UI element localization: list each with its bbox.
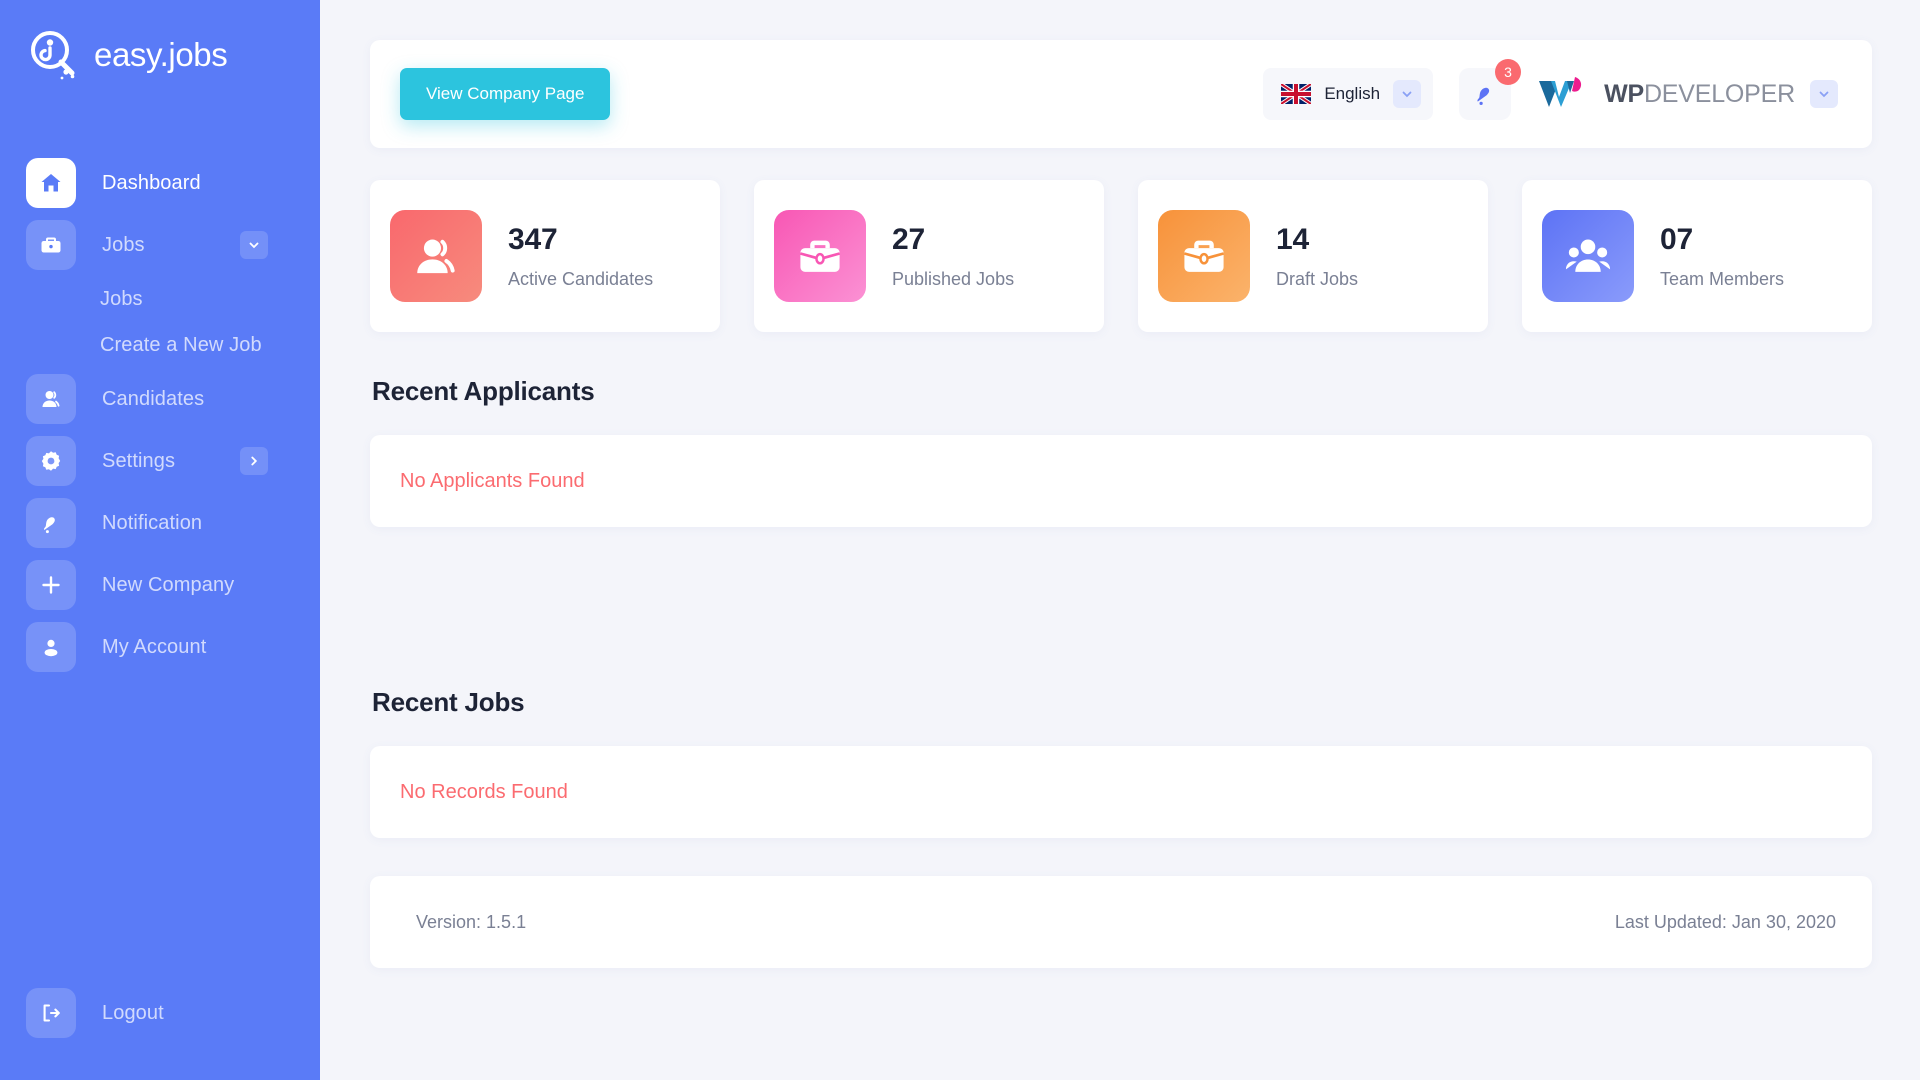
recent-jobs-empty-text: No Records Found xyxy=(400,780,568,803)
sidebar: easy.jobs Dashboard Jobs Jobs Create a N… xyxy=(0,0,320,1080)
brand-wp: WP xyxy=(1604,79,1644,108)
sidebar-subitem-jobs[interactable]: Jobs xyxy=(0,276,320,322)
bell-icon xyxy=(1472,81,1498,107)
stat-body: 27 Published Jobs xyxy=(892,223,1014,290)
stat-body: 07 Team Members xyxy=(1660,223,1784,290)
sidebar-item-jobs[interactable]: Jobs xyxy=(0,214,320,276)
sidebar-item-label: Notification xyxy=(102,511,203,534)
stat-body: 14 Draft Jobs xyxy=(1276,223,1358,290)
chevron-right-icon[interactable] xyxy=(240,447,268,475)
group-icon xyxy=(1542,210,1634,302)
stat-body: 347 Active Candidates xyxy=(508,223,653,290)
sidebar-item-notification[interactable]: Notification xyxy=(0,492,320,554)
sidebar-item-label: Jobs xyxy=(102,233,145,256)
sidebar-item-label: My Account xyxy=(102,635,207,658)
notification-badge: 3 xyxy=(1495,59,1522,85)
stat-card-active-candidates[interactable]: 347 Active Candidates xyxy=(370,180,720,332)
sidebar-subitem-label: Create a New Job xyxy=(100,333,262,356)
recent-applicants-title: Recent Applicants xyxy=(372,376,595,406)
language-label: English xyxy=(1324,84,1381,103)
account-icon xyxy=(26,622,76,672)
stat-value: 14 xyxy=(1276,222,1309,256)
sidebar-nav: Dashboard Jobs Jobs Create a New Job Can… xyxy=(0,152,320,678)
stat-value: 347 xyxy=(508,222,558,256)
brand-developer: DEVELOPER xyxy=(1643,79,1795,108)
sidebar-item-dashboard[interactable]: Dashboard xyxy=(0,152,320,214)
sidebar-item-label: Dashboard xyxy=(102,171,201,194)
view-company-page-button[interactable]: View Company Page xyxy=(400,68,611,120)
stat-label: Active Candidates xyxy=(508,268,654,289)
stat-label: Team Members xyxy=(1660,268,1785,289)
last-updated-text: Last Updated: Jan 30, 2020 xyxy=(1614,911,1836,932)
topbar: View Company Page English 3 WPDEVELOPER xyxy=(370,40,1872,148)
stat-value: 07 xyxy=(1660,222,1693,256)
recent-applicants-empty-text: No Applicants Found xyxy=(400,469,585,492)
stat-card-draft-jobs[interactable]: 14 Draft Jobs xyxy=(1138,180,1488,332)
logo[interactable]: easy.jobs xyxy=(0,0,320,82)
notification-button[interactable]: 3 xyxy=(1459,59,1522,120)
sidebar-subitem-create-a-new-job[interactable]: Create a New Job xyxy=(0,322,320,368)
version-text: Version: 1.5.1 xyxy=(416,911,527,932)
users-icon xyxy=(390,210,482,302)
gear-icon xyxy=(26,436,76,486)
home-icon xyxy=(26,158,76,208)
sidebar-item-label: New Company xyxy=(102,573,235,596)
briefcase-icon xyxy=(1158,210,1250,302)
footer-bar: Version: 1.5.1 Last Updated: Jan 30, 202… xyxy=(370,876,1872,968)
chevron-down-icon[interactable] xyxy=(1393,80,1422,108)
stat-label: Published Jobs xyxy=(892,268,1015,289)
recent-jobs-title: Recent Jobs xyxy=(372,687,525,717)
briefcase-icon xyxy=(26,220,76,270)
stat-label: Draft Jobs xyxy=(1276,268,1359,289)
recent-applicants-panel: No Applicants Found xyxy=(370,435,1872,527)
chevron-down-icon[interactable] xyxy=(1810,80,1838,108)
easyjobs-logo-icon xyxy=(26,28,80,82)
app-root: easy.jobs Dashboard Jobs Jobs Create a N… xyxy=(0,0,1920,1080)
logo-text: easy.jobs xyxy=(94,36,228,73)
sidebar-subitem-label: Jobs xyxy=(100,287,143,310)
user-icon xyxy=(26,374,76,424)
sidebar-item-candidates[interactable]: Candidates xyxy=(0,368,320,430)
main-content: View Company Page English 3 WPDEVELOPER … xyxy=(320,0,1920,1080)
logout-button[interactable]: Logout xyxy=(0,988,164,1038)
stat-card-published-jobs[interactable]: 27 Published Jobs xyxy=(754,180,1104,332)
stat-card-team-members[interactable]: 07 Team Members xyxy=(1522,180,1872,332)
chevron-down-icon[interactable] xyxy=(240,231,268,259)
recent-jobs-panel: No Records Found xyxy=(370,746,1872,838)
bell-icon xyxy=(26,498,76,548)
topbar-right-controls: English 3 WPDEVELOPER xyxy=(1263,59,1838,120)
wpdeveloper-logo-icon xyxy=(1537,75,1589,113)
sidebar-item-label: Candidates xyxy=(102,387,205,410)
account-menu[interactable]: WPDEVELOPER xyxy=(1537,75,1838,113)
sidebar-item-label: Settings xyxy=(102,449,176,472)
sidebar-item-settings[interactable]: Settings xyxy=(0,430,320,492)
language-selector[interactable]: English xyxy=(1263,68,1434,120)
sidebar-item-my-account[interactable]: My Account xyxy=(0,616,320,678)
logout-icon xyxy=(26,988,76,1038)
logout-label: Logout xyxy=(102,1001,164,1024)
account-brand-text: WPDEVELOPER xyxy=(1604,80,1795,109)
uk-flag-icon xyxy=(1281,84,1312,104)
plus-icon xyxy=(26,560,76,610)
sidebar-item-new-company[interactable]: New Company xyxy=(0,554,320,616)
stat-value: 27 xyxy=(892,222,925,256)
briefcase-icon xyxy=(774,210,866,302)
stat-cards: 347 Active Candidates 27 Published Jobs xyxy=(370,180,1872,332)
